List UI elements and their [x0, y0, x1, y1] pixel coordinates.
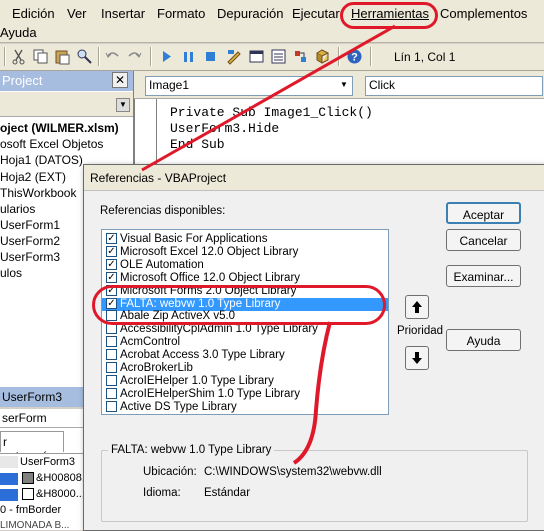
menu-formato[interactable]: Formato	[157, 6, 205, 21]
chevron-down-icon[interactable]: ▼	[337, 78, 351, 92]
dialog-titlebar: Referencias - VBAProject	[84, 165, 544, 191]
menu-complementos[interactable]: Complementos	[440, 6, 527, 21]
location-label: Ubicación:	[143, 466, 197, 478]
help-icon[interactable]: ?	[346, 48, 363, 65]
cursor-position: Lín 1, Col 1	[394, 50, 456, 64]
priority-label: Prioridad	[397, 325, 444, 337]
annotation-ellipse-menu	[340, 2, 438, 29]
references-list-label: Referencias disponibles:	[100, 205, 226, 217]
help-button[interactable]: Ayuda	[446, 329, 521, 351]
menu-ejecutar[interactable]: Ejecutar	[292, 6, 340, 21]
paste-icon[interactable]	[54, 48, 71, 65]
tree-item[interactable]: UserForm1	[0, 218, 60, 232]
break-icon[interactable]	[180, 48, 197, 65]
close-icon[interactable]: ✕	[112, 72, 128, 88]
reference-checkbox[interactable]	[106, 400, 117, 412]
reference-label: OLE Automation	[120, 258, 204, 271]
annotation-ellipse-reference	[92, 285, 386, 325]
code-line[interactable]: UserForm3.Hide	[170, 121, 279, 136]
tree-item[interactable]: ThisWorkbook	[0, 186, 76, 200]
reference-checkbox[interactable]	[106, 349, 117, 361]
find-icon[interactable]	[76, 48, 93, 65]
tree-item[interactable]: Hoja2 (EXT)	[0, 170, 66, 184]
reference-checkbox[interactable]: ✓	[106, 271, 117, 283]
code-line[interactable]: End Sub	[170, 137, 225, 152]
tree-item[interactable]: UserForm3	[0, 250, 60, 264]
arrow-up-icon	[412, 301, 422, 313]
reference-checkbox[interactable]: ✓	[106, 233, 117, 244]
menu-ayuda[interactable]: Ayuda	[0, 25, 37, 40]
cancel-button[interactable]: Cancelar	[446, 229, 521, 251]
svg-text:?: ?	[351, 52, 358, 64]
reference-label: Acrobat Access 3.0 Type Library	[120, 349, 285, 362]
tree-item[interactable]: ularios	[0, 202, 35, 216]
procedure-combo[interactable]: Click	[365, 76, 543, 96]
copy-icon[interactable]	[32, 48, 49, 65]
reference-checkbox[interactable]	[106, 387, 117, 399]
reference-label: AcroIEHelper 1.0 Type Library	[120, 374, 274, 387]
reference-checkbox[interactable]	[106, 374, 117, 386]
property-value[interactable]: &H8000...	[36, 488, 85, 500]
properties-icon[interactable]	[270, 48, 287, 65]
reference-label: Microsoft Office 12.0 Object Library	[120, 271, 301, 284]
arrow-down-icon	[412, 352, 422, 364]
reset-icon[interactable]	[202, 48, 219, 65]
redo-icon[interactable]	[126, 48, 143, 65]
reference-info-group	[101, 450, 528, 522]
reference-checkbox[interactable]	[106, 336, 117, 348]
reference-label: Microsoft Excel 12.0 Object Library	[120, 245, 299, 258]
project-explorer-icon[interactable]	[248, 48, 265, 65]
project-panel-title: Project	[2, 73, 43, 88]
run-icon[interactable]	[158, 48, 175, 65]
toolbox-icon[interactable]	[314, 48, 331, 65]
tree-item[interactable]: osoft Excel Objetos	[0, 137, 103, 151]
tab-categories[interactable]: r categorías	[0, 431, 64, 463]
property-value[interactable]: 0 - fmBorder	[0, 504, 61, 516]
info-group-title: FALTA: webvw 1.0 Type Library	[108, 444, 275, 456]
reference-checkbox[interactable]: ✓	[106, 245, 117, 257]
language-value: Estándar	[204, 487, 251, 499]
reference-checkbox[interactable]: ✓	[106, 258, 117, 270]
tree-item[interactable]: UserForm2	[0, 234, 60, 248]
cut-icon[interactable]	[10, 48, 27, 65]
location-value: C:\WINDOWS\system32\webvw.dll	[204, 466, 382, 478]
object-selector-value: serForm	[2, 411, 47, 425]
menu-depuracion[interactable]: Depuración	[217, 6, 284, 21]
undo-icon[interactable]	[104, 48, 121, 65]
reference-label: Visual Basic For Applications	[120, 233, 268, 245]
code-margin-divider	[156, 99, 157, 169]
properties-panel-title: UserForm3	[2, 390, 63, 404]
reference-checkbox[interactable]	[106, 362, 117, 373]
property-value[interactable]: LIMONADA B...	[0, 520, 69, 531]
accept-button[interactable]: Aceptar	[446, 202, 521, 224]
reference-label: AccessibilityCplAdmin 1.0 Type Library	[120, 323, 318, 336]
object-combo[interactable]: Image1 ▼	[145, 76, 353, 96]
language-label: Idioma:	[143, 487, 181, 499]
code-line[interactable]: Private Sub Image1_Click()	[170, 105, 373, 120]
tree-item[interactable]: oject (WILMER.xlsm)	[0, 121, 119, 135]
chevron-down-icon[interactable]: ▼	[116, 98, 130, 112]
menu-insertar[interactable]: Insertar	[101, 6, 145, 21]
tree-item[interactable]: Hoja1 (DATOS)	[0, 153, 83, 167]
toolbar: ? Lín 1, Col 1	[0, 44, 544, 71]
reference-label: AcroIEHelperShim 1.0 Type Library	[120, 387, 301, 400]
menu-bar: Edición Ver Insertar Formato Depuración …	[0, 0, 544, 43]
reference-label: Active DS Type Library	[120, 400, 237, 413]
project-panel-toolbar: ▼	[0, 92, 133, 117]
procedure-combo-value: Click	[369, 78, 395, 92]
object-browser-icon[interactable]	[292, 48, 309, 65]
dialog-title: Referencias - VBAProject	[90, 171, 227, 185]
design-mode-icon[interactable]	[226, 48, 243, 65]
property-value[interactable]: UserForm3	[20, 456, 75, 468]
object-combo-value: Image1	[149, 78, 190, 92]
reference-label: AcroBrokerLib	[120, 362, 193, 374]
priority-up-button[interactable]	[405, 295, 429, 319]
tree-item[interactable]: ulos	[0, 266, 22, 280]
menu-edicion[interactable]: Edición	[12, 6, 55, 21]
menu-ver[interactable]: Ver	[67, 6, 87, 21]
priority-down-button[interactable]	[405, 346, 429, 370]
browse-button[interactable]: Examinar...	[446, 265, 521, 287]
reference-label: AcmControl	[120, 336, 181, 349]
project-panel-titlebar: Project ✕	[0, 71, 133, 91]
